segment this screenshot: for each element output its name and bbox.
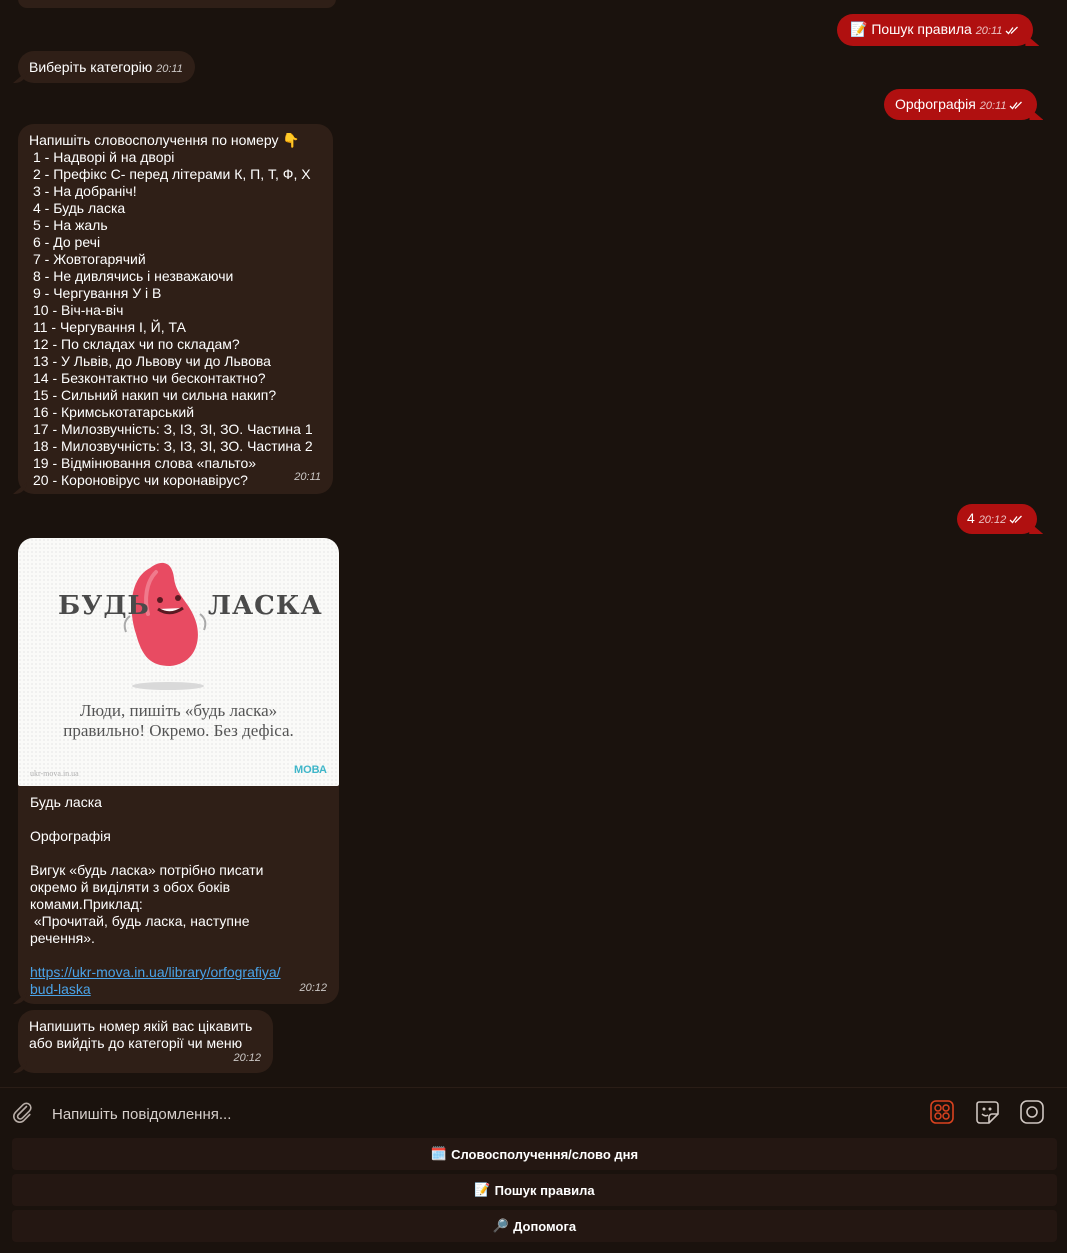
list-item: 1 - Надворі й на дворі — [33, 149, 175, 165]
incoming-rule-card[interactable]: БУДЬ ЛАСКА Люди, пишіть «будь ласка» пра… — [18, 538, 339, 1004]
rule-body-line: Вигук «будь ласка» потрібно писати — [30, 862, 264, 878]
list-item: 17 - Милозвучність: З, ІЗ, ЗІ, ЗО. Части… — [33, 421, 313, 437]
incoming-message[interactable]: Напишить номер якій вас цікавить або вий… — [18, 1010, 273, 1073]
double-check-icon — [1010, 101, 1023, 110]
list-item: 19 - Відмінювання слова «пальто» — [33, 455, 257, 471]
list-item: 10 - Віч-на-віч — [33, 302, 124, 318]
image-word-left: БУДЬ — [58, 591, 150, 621]
image-caption-line2: правильно! Окремо. Без дефіса. — [63, 721, 294, 740]
list-item: 16 - Кримськотатарський — [33, 404, 195, 420]
message-text: Пошук правила — [871, 21, 972, 37]
message-time: 20:12 — [299, 982, 327, 994]
bot-menu-icon[interactable] — [929, 1099, 955, 1125]
incoming-message[interactable]: Виберіть категорію 20:11 — [18, 51, 195, 83]
rule-body-line: «Прочитай, будь ласка, наступне — [30, 913, 250, 929]
keyboard-button-help[interactable]: 🔎 Допомога — [12, 1210, 1057, 1242]
outgoing-message[interactable]: Орфографія 20:11 — [884, 89, 1038, 120]
memo-icon: 📝 — [474, 1182, 491, 1197]
list-item: 13 - У Львів, до Львову чи до Львова — [33, 353, 271, 369]
memo-emoji: 📝 — [850, 21, 868, 37]
list-heading: Напишіть словосполучення по номеру 👇 — [29, 132, 300, 148]
list-item: 5 - На жаль — [33, 217, 108, 233]
message-time: 20:11 — [294, 471, 321, 483]
keyboard-button-label: Словосполучення/слово дня — [451, 1146, 639, 1162]
outgoing-message[interactable]: 📝 Пошук правила 20:11 — [837, 14, 1034, 46]
paperclip-icon[interactable] — [10, 1100, 34, 1124]
message-text-line: Напишить номер якій вас цікавить — [29, 1018, 253, 1034]
image-logo: МОВА — [293, 764, 327, 776]
list-item: 6 - До речі — [33, 234, 101, 250]
message-time: 20:11 — [156, 63, 183, 75]
list-item: 4 - Будь ласка — [33, 200, 126, 216]
list-item: 18 - Милозвучність: З, ІЗ, ЗІ, ЗО. Части… — [33, 438, 313, 454]
rule-body-line: окремо й виділяти з обох боків — [30, 879, 231, 895]
magnifier-icon: 🔎 — [492, 1218, 510, 1233]
list-item: 7 - Жовтогарячий — [33, 251, 146, 267]
image-site: ukr-mova.in.ua — [30, 769, 79, 778]
list-item: 14 - Безконтактно чи бесконтактно? — [33, 370, 266, 386]
rule-text: Будь ласка Орфографія Вигук «будь ласка»… — [18, 786, 339, 998]
rule-body-line: комами.Приклад: — [30, 896, 143, 912]
incoming-message-list[interactable]: Напишіть словосполучення по номеру 👇 1 -… — [18, 124, 333, 494]
keyboard-button-rule-search[interactable]: 📝 Пошук правила — [12, 1174, 1057, 1206]
keyboard-button-label: Допомога — [513, 1218, 577, 1234]
message-time: 20:11 — [980, 100, 1024, 112]
camera-icon[interactable] — [1019, 1099, 1045, 1125]
chat-history: 📝 Пошук правила 20:11 Виберіть категорію… — [0, 0, 1067, 1087]
outgoing-message[interactable]: 4 20:12 — [957, 504, 1038, 534]
message-text: Орфографія — [895, 96, 976, 112]
message-text: Виберіть категорію — [29, 59, 153, 75]
list-item: 12 - По складах чи по складам? — [33, 336, 240, 352]
rule-link[interactable]: https://ukr-mova.in.ua/library/orfografi… — [30, 964, 281, 997]
message-composer — [0, 1087, 1067, 1138]
list-item: 9 - Чергування У і В — [33, 285, 162, 301]
message-input[interactable] — [50, 1100, 914, 1128]
rule-illustration — [123, 562, 207, 690]
list-item: 11 - Чергування І, Й, ТА — [33, 319, 186, 335]
rule-image[interactable]: БУДЬ ЛАСКА Люди, пишіть «будь ласка» пра… — [18, 538, 339, 786]
keyboard-button-label: Пошук правила — [494, 1182, 595, 1198]
double-check-icon — [1005, 26, 1019, 35]
double-check-icon — [1009, 515, 1023, 524]
rule-body-line: речення». — [30, 930, 95, 946]
list-item: 15 - Сильний накип чи сильна накип? — [33, 387, 277, 403]
message-time: 20:12 — [233, 1052, 261, 1064]
image-word-right: ЛАСКА — [208, 591, 323, 621]
message-time: 20:12 — [979, 514, 1024, 526]
list-item: 3 - На добраніч! — [33, 183, 137, 199]
list-item: 20 - Короновірус чи коронавірус? — [33, 472, 248, 488]
message-text: 4 — [967, 510, 975, 526]
sticker-icon[interactable] — [974, 1099, 1000, 1125]
list-item: 2 - Префікс С- перед літерами К, П, Т, Ф… — [33, 166, 311, 182]
rule-title: Будь ласка — [30, 794, 102, 810]
list-item: 8 - Не дивлячись і незважаючи — [33, 268, 234, 284]
message-time: 20:11 — [976, 25, 1020, 37]
keyboard-button-phrase-of-day[interactable]: 🗓️ Словосполучення/слово дня — [12, 1138, 1057, 1170]
phrase-list: 1 - Надворі й на дворі 2 - Префікс С- пер… — [33, 149, 323, 489]
rule-category: Орфографія — [30, 828, 111, 844]
image-caption-line1: Люди, пишіть «будь ласка» — [79, 701, 278, 720]
calendar-icon: 🗓️ — [430, 1146, 448, 1161]
previous-message-bubble — [18, 0, 336, 8]
message-text-line: або вийдіть до категорії чи меню — [29, 1035, 243, 1051]
